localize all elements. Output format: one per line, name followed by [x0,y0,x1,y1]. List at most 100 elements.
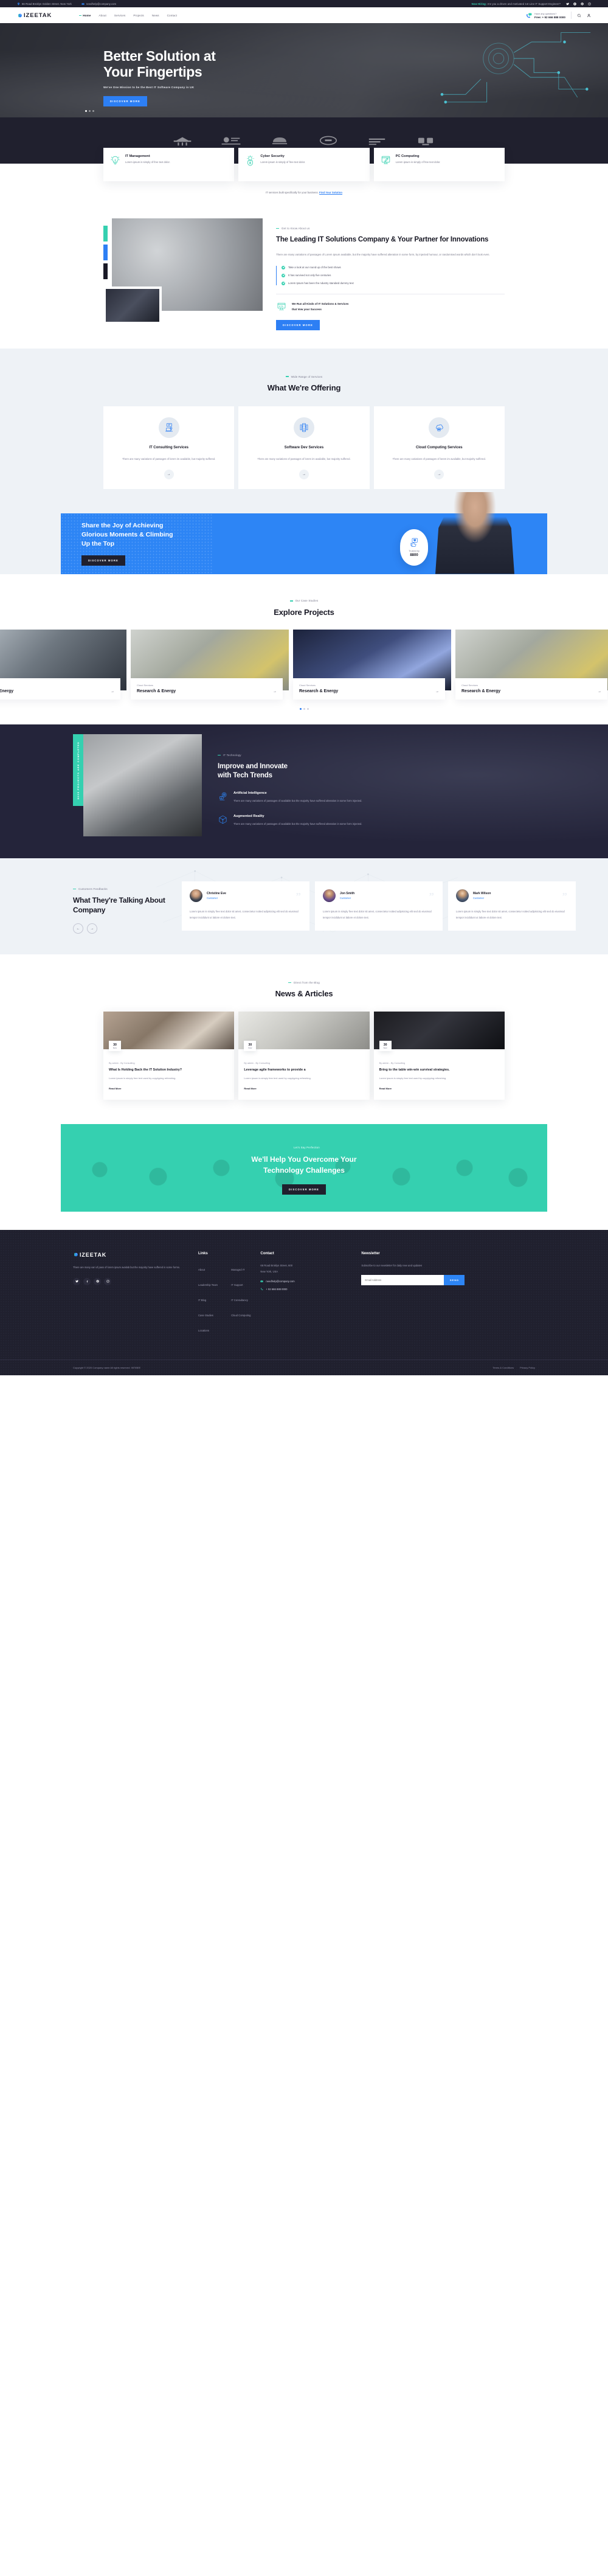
about-discover-button[interactable]: DISCOVER MORE [276,319,320,330]
about-check-text: Lorem Ipsum has been the ndustry standar… [288,282,354,285]
twitter-icon[interactable] [73,1277,80,1285]
offering-card-desc: There are many variations of passages of… [257,457,351,460]
footer-link-cloud-computing[interactable]: Cloud Computing [231,1314,250,1317]
find-your-solution-link[interactable]: Find Your Solution [319,191,342,194]
footer-link-case-studies[interactable]: Case Studies [198,1314,213,1317]
search-icon[interactable] [577,13,581,18]
footer-links-groups[interactable]: About Leadership Team IT Blog Case Studi… [198,1263,250,1339]
tech-item-title: Augmented Reality [233,814,264,818]
hero-dot-1[interactable] [85,110,87,112]
feature-card-cyber-security[interactable]: Cyber Security Lorem ipsum is simply of … [238,148,370,181]
feature-cards-section: IT Management Lorem ipsum is simply of f… [0,148,608,194]
footer-link-it-consultancy[interactable]: IT Consultancy [231,1299,248,1302]
offering-icon-wrap [293,417,314,439]
site-footer: IZEETAK There are many vari of pass of l… [0,1229,608,1375]
footer-email-row[interactable]: needhelp@company.com [260,1280,351,1283]
site-logo[interactable]: IZEETAK [17,12,52,19]
offering-arrow-icon[interactable]: → [299,469,309,479]
newsletter-email-input[interactable] [361,1275,444,1286]
header-phone-block[interactable]: Have any questions? Free: + 92 666 888 0… [525,12,565,19]
project-arrow-icon[interactable]: → [598,690,601,693]
nav-item-services[interactable]: Services [114,14,125,17]
offering-card-it-consulting[interactable]: IT Consulting Services There are many va… [103,406,235,489]
newsletter-form[interactable]: SEND [361,1275,465,1286]
offering-arrow-icon[interactable]: → [164,469,174,479]
hiring-label: Now Hiring: [471,2,487,5]
projects-dot-3[interactable] [306,708,309,710]
project-card[interactable]: Cloud Services Research & Energy → [131,630,289,700]
badge-value: 8800 [410,554,418,558]
footer-columns: IZEETAK There are many vari of pass of l… [73,1252,535,1339]
instagram-icon[interactable] [104,1277,111,1285]
topbar-hiring-notice: Now Hiring: Are you a driven and motivat… [472,2,561,5]
feature-card-pc-computing[interactable]: PC Computing Lorem ipsum is simply of fr… [373,148,505,181]
testimonials-prev-button[interactable]: ← [73,923,83,934]
hero-title-line1: Better Solution at [103,48,216,64]
projects-carousel[interactable]: Cloud Services Research & Energy → Cloud… [0,617,608,700]
offering-card-desc: There are many variations of passages of… [392,457,486,460]
testimonials-left: Customers Feedbacks What They're Talking… [73,881,173,934]
lightbulb-brain-icon [109,154,121,166]
nav-item-contact[interactable]: Contact [167,14,178,17]
footer-logo[interactable]: IZEETAK [73,1252,188,1258]
hero-slider-dots[interactable] [85,110,94,112]
hero-discover-button[interactable]: DISCOVER MORE [103,95,147,106]
footer-link-managed-it[interactable]: Managed IT [231,1268,244,1271]
ar-cube-icon [218,814,228,825]
project-title: Research & Energy [0,689,14,694]
hero-dot-3[interactable] [92,110,94,112]
news-read-more-link[interactable]: Read More [379,1087,392,1090]
footer-link-leadership-team[interactable]: Leadership Team [198,1283,218,1286]
project-arrow-icon[interactable]: → [111,690,114,693]
testimonials-next-button[interactable]: → [87,923,97,934]
cta-blue-discover-button[interactable]: DISCOVER MORE [81,555,125,566]
project-arrow-icon[interactable]: → [435,690,439,693]
nav-item-about[interactable]: About [98,14,106,17]
offering-card-cloud-computing[interactable]: Cloud Computing Services There are many … [373,406,505,489]
project-arrow-icon[interactable]: → [273,690,277,693]
news-card[interactable]: 30 Nov By admin - By Consulting Leverage… [238,1012,370,1100]
twitter-icon[interactable] [566,2,569,5]
project-category: Cloud Services [461,684,478,687]
footer-phone-row[interactable]: + 92 666 888 0000 [260,1288,351,1291]
about-run-row: We Run all Kinds of IT Solutions & Servi… [276,301,505,312]
nav-item-projects[interactable]: Projects [133,14,143,17]
project-card[interactable]: Cloud Services Research & Energy → [293,630,451,700]
brand-logo-6 [412,133,439,148]
news-card[interactable]: 30 Nov By admin - By Consulting Bring to… [373,1012,505,1100]
user-icon[interactable] [587,13,591,18]
feature-card-title: Cyber Security [260,154,285,158]
footer-link-it-blog[interactable]: IT Blog [198,1299,206,1302]
offering-card-software-dev[interactable]: Software Dev Services There are many var… [238,406,370,489]
topbar-email[interactable]: needhelp@company.com [81,2,116,5]
testimonials-nav[interactable]: ← → [73,923,173,934]
facebook-icon[interactable] [573,2,576,5]
projects-slider-dots[interactable] [0,708,608,710]
pinterest-icon[interactable] [94,1277,101,1285]
facebook-icon[interactable] [83,1277,91,1285]
hero-dot-2[interactable] [89,110,91,112]
footer-link-locations[interactable]: Locations [198,1329,209,1332]
news-read-more-link[interactable]: Read More [109,1087,121,1090]
about-check-item: It has survived not only five centuries [282,273,505,277]
projects-dot-2[interactable] [303,708,305,710]
instagram-icon[interactable] [588,2,591,5]
news-card[interactable]: 30 Nov By admin - By Consulting What Is … [103,1012,235,1100]
feature-card-it-management[interactable]: IT Management Lorem ipsum is simply of f… [103,148,235,181]
project-card[interactable]: Cloud Services Research & Energy → [0,630,126,700]
footer-links-col1: About Leadership Team IT Blog Case Studi… [198,1263,218,1339]
footer-link-about[interactable]: About [198,1268,205,1271]
green-cta-discover-button[interactable]: DISCOVER MORE [282,1184,326,1195]
topbar-social-links[interactable] [566,2,591,5]
main-navigation[interactable]: Home About Services Projects News Contac… [79,14,178,17]
pinterest-icon[interactable] [581,2,584,5]
footer-social-links[interactable] [73,1277,188,1285]
nav-item-home[interactable]: Home [79,14,91,17]
projects-dot-1[interactable] [299,708,302,710]
nav-item-news[interactable]: News [152,14,159,17]
footer-link-it-support[interactable]: IT Support [231,1283,243,1286]
project-card[interactable]: Cloud Services Research & Energy → [455,630,608,700]
offering-arrow-icon[interactable]: → [434,469,444,479]
news-read-more-link[interactable]: Read More [244,1087,256,1090]
newsletter-send-button[interactable]: SEND [444,1275,465,1286]
